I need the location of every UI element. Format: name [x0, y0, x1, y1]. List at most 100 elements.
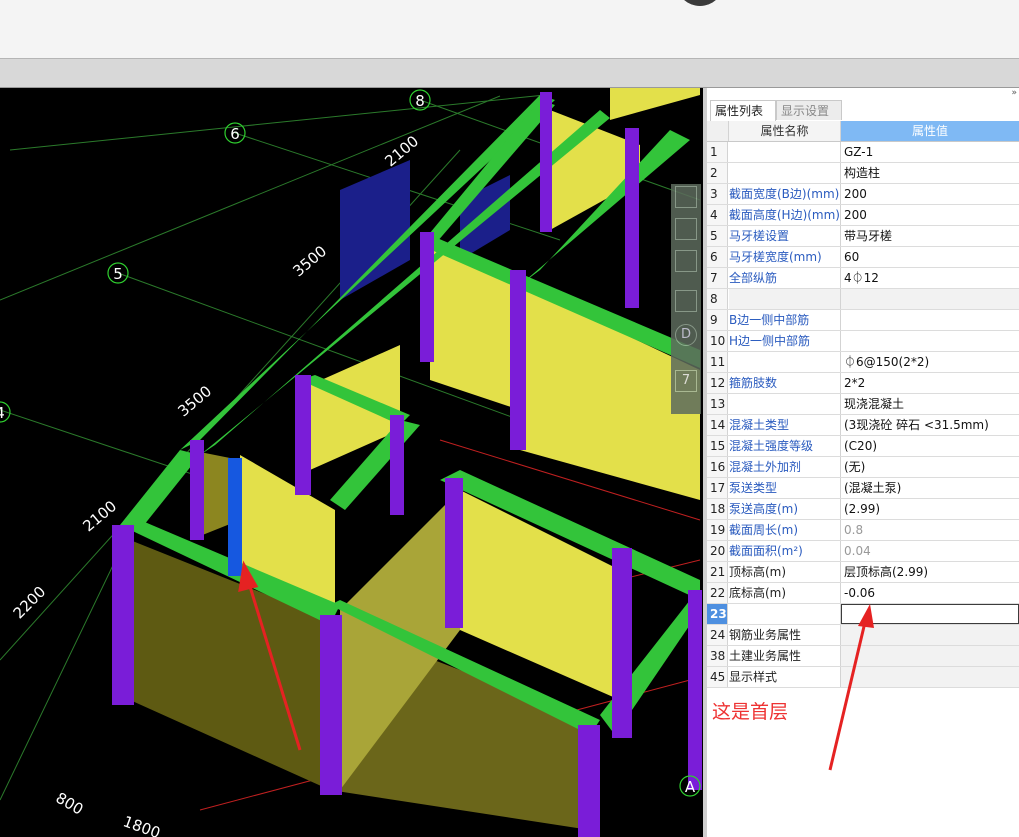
property-name: 泵送类型 — [729, 478, 841, 498]
property-value[interactable]: (混凝土泵) — [841, 478, 1019, 498]
row-number: 19 — [707, 520, 728, 540]
property-row[interactable]: 10 H边一侧中部筋 — [707, 331, 1019, 352]
box-view-icon[interactable] — [675, 250, 697, 272]
property-value[interactable]: 60 — [841, 247, 1019, 267]
property-row[interactable]: 12 箍筋肢数 2*2 — [707, 373, 1019, 394]
property-row[interactable]: 16 混凝土外加剂 (无) — [707, 457, 1019, 478]
annotation-text: 这是首层 — [712, 701, 789, 723]
property-row[interactable]: 6 马牙槎宽度(mm) 60 — [707, 247, 1019, 268]
row-number: 38 — [707, 646, 728, 666]
axis-label-5: 5 — [113, 265, 123, 283]
row-number: 10 — [707, 331, 728, 351]
axis-label-6: 6 — [230, 125, 240, 143]
3d-viewport[interactable]: 8 6 5 4 A 2100 3500 3500 2100 2200 800 1… — [0, 88, 703, 837]
property-row[interactable]: 14 混凝土类型 (3现浇砼 碎石 <31.5mm) — [707, 415, 1019, 436]
property-value[interactable]: ⏀6@150(2*2) — [841, 352, 1019, 372]
property-value[interactable]: 0.8 — [841, 520, 1019, 540]
row-number: 7 — [707, 268, 728, 288]
property-value[interactable]: 4⏀12 — [841, 268, 1019, 288]
row-number: 5 — [707, 226, 728, 246]
row-number: 15 — [707, 436, 728, 456]
property-value[interactable] — [841, 331, 1019, 351]
dim-3500-a: 3500 — [289, 242, 330, 280]
property-name — [729, 394, 841, 414]
toolbar-strip — [0, 58, 1019, 88]
property-name: 泵送高度(m) — [729, 499, 841, 519]
property-value[interactable] — [841, 310, 1019, 330]
annotation-arrow-right — [828, 604, 874, 771]
row-number: 3 — [707, 184, 728, 204]
axis-label-4: 4 — [0, 404, 5, 422]
row-number: 12 — [707, 373, 728, 393]
property-value[interactable]: (C20) — [841, 436, 1019, 456]
property-name: 截面面积(m²) — [729, 541, 841, 561]
property-name: 截面周长(m) — [729, 520, 841, 540]
property-name: 马牙槎宽度(mm) — [729, 247, 841, 267]
property-row[interactable]: 7 全部纵筋 4⏀12 — [707, 268, 1019, 289]
property-value[interactable]: (3现浇砼 碎石 <31.5mm) — [841, 415, 1019, 435]
property-value[interactable]: 层顶标高(2.99) — [841, 562, 1019, 582]
panel-tabs: 属性列表 显示设置 — [707, 100, 1019, 122]
dim-2200: 2200 — [10, 583, 50, 623]
property-value[interactable] — [841, 289, 1019, 309]
property-row[interactable]: 18 泵送高度(m) (2.99) — [707, 499, 1019, 520]
header-value: 属性值 — [841, 121, 1019, 141]
property-row[interactable]: 3 截面宽度(B边)(mm) 200 — [707, 184, 1019, 205]
property-name: 截面宽度(B边)(mm) — [729, 184, 841, 204]
property-row[interactable]: 9 B边一侧中部筋 — [707, 310, 1019, 331]
window-blue — [340, 160, 410, 300]
property-value[interactable]: 0.04 — [841, 541, 1019, 561]
property-row[interactable]: 4 截面高度(H边)(mm) 200 — [707, 205, 1019, 226]
view-tool-strip: D 7 — [671, 184, 701, 414]
tab-display-settings[interactable]: 显示设置 — [776, 100, 842, 120]
property-value[interactable]: 200 — [841, 184, 1019, 204]
property-row[interactable]: 5 马牙槎设置 带马牙槎 — [707, 226, 1019, 247]
property-row[interactable]: 17 泵送类型 (混凝土泵) — [707, 478, 1019, 499]
property-value[interactable]: 构造柱 — [841, 163, 1019, 183]
dim-800: 800 — [53, 789, 87, 819]
property-name: 顶标高(m) — [729, 562, 841, 582]
property-name — [729, 142, 841, 162]
row-number: 16 — [707, 457, 728, 477]
property-name: H边一侧中部筋 — [729, 331, 841, 351]
property-row[interactable]: 15 混凝土强度等级 (C20) — [707, 436, 1019, 457]
model-canvas: 8 6 5 4 A 2100 3500 3500 2100 2200 800 1… — [0, 88, 702, 837]
property-row[interactable]: 13 现浇混凝土 — [707, 394, 1019, 415]
row-number: 6 — [707, 247, 728, 267]
row-number: 22 — [707, 583, 728, 603]
property-row[interactable]: 21 顶标高(m) 层顶标高(2.99) — [707, 562, 1019, 583]
property-row[interactable]: 2 构造柱 — [707, 163, 1019, 184]
property-value[interactable]: (无) — [841, 457, 1019, 477]
property-name: 截面高度(H边)(mm) — [729, 205, 841, 225]
row-number: 8 — [707, 289, 728, 309]
property-value[interactable]: GZ-1 — [841, 142, 1019, 162]
property-name: B边一侧中部筋 — [729, 310, 841, 330]
property-name: 箍筋肢数 — [729, 373, 841, 393]
tab-property-list[interactable]: 属性列表 — [710, 100, 776, 121]
row-number: 20 — [707, 541, 728, 561]
property-value[interactable]: 带马牙槎 — [841, 226, 1019, 246]
row-number: 24 — [707, 625, 728, 645]
property-row[interactable]: 1 GZ-1 — [707, 142, 1019, 163]
layer-icon[interactable] — [675, 290, 697, 312]
row-number: 45 — [707, 667, 728, 687]
pin-icon[interactable]: » — [1011, 88, 1017, 98]
axis-label-8: 8 — [415, 92, 425, 110]
view-cube-icon[interactable] — [675, 218, 697, 240]
property-value[interactable]: (2.99) — [841, 499, 1019, 519]
property-value[interactable]: 200 — [841, 205, 1019, 225]
property-value[interactable]: 2*2 — [841, 373, 1019, 393]
property-row[interactable]: 8 — [707, 289, 1019, 310]
property-row[interactable]: 20 截面面积(m²) 0.04 — [707, 541, 1019, 562]
orbit-icon[interactable] — [675, 186, 697, 208]
dynamic-observe-icon[interactable]: D — [675, 324, 697, 346]
row-number: 9 — [707, 310, 728, 330]
rotate-icon[interactable]: 7 — [675, 370, 697, 392]
property-name: 全部纵筋 — [729, 268, 841, 288]
property-name — [729, 163, 841, 183]
row-number: 14 — [707, 415, 728, 435]
dim-1800: 1800 — [121, 812, 163, 837]
property-value[interactable]: 现浇混凝土 — [841, 394, 1019, 414]
property-row[interactable]: 11 ⏀6@150(2*2) — [707, 352, 1019, 373]
property-row[interactable]: 19 截面周长(m) 0.8 — [707, 520, 1019, 541]
